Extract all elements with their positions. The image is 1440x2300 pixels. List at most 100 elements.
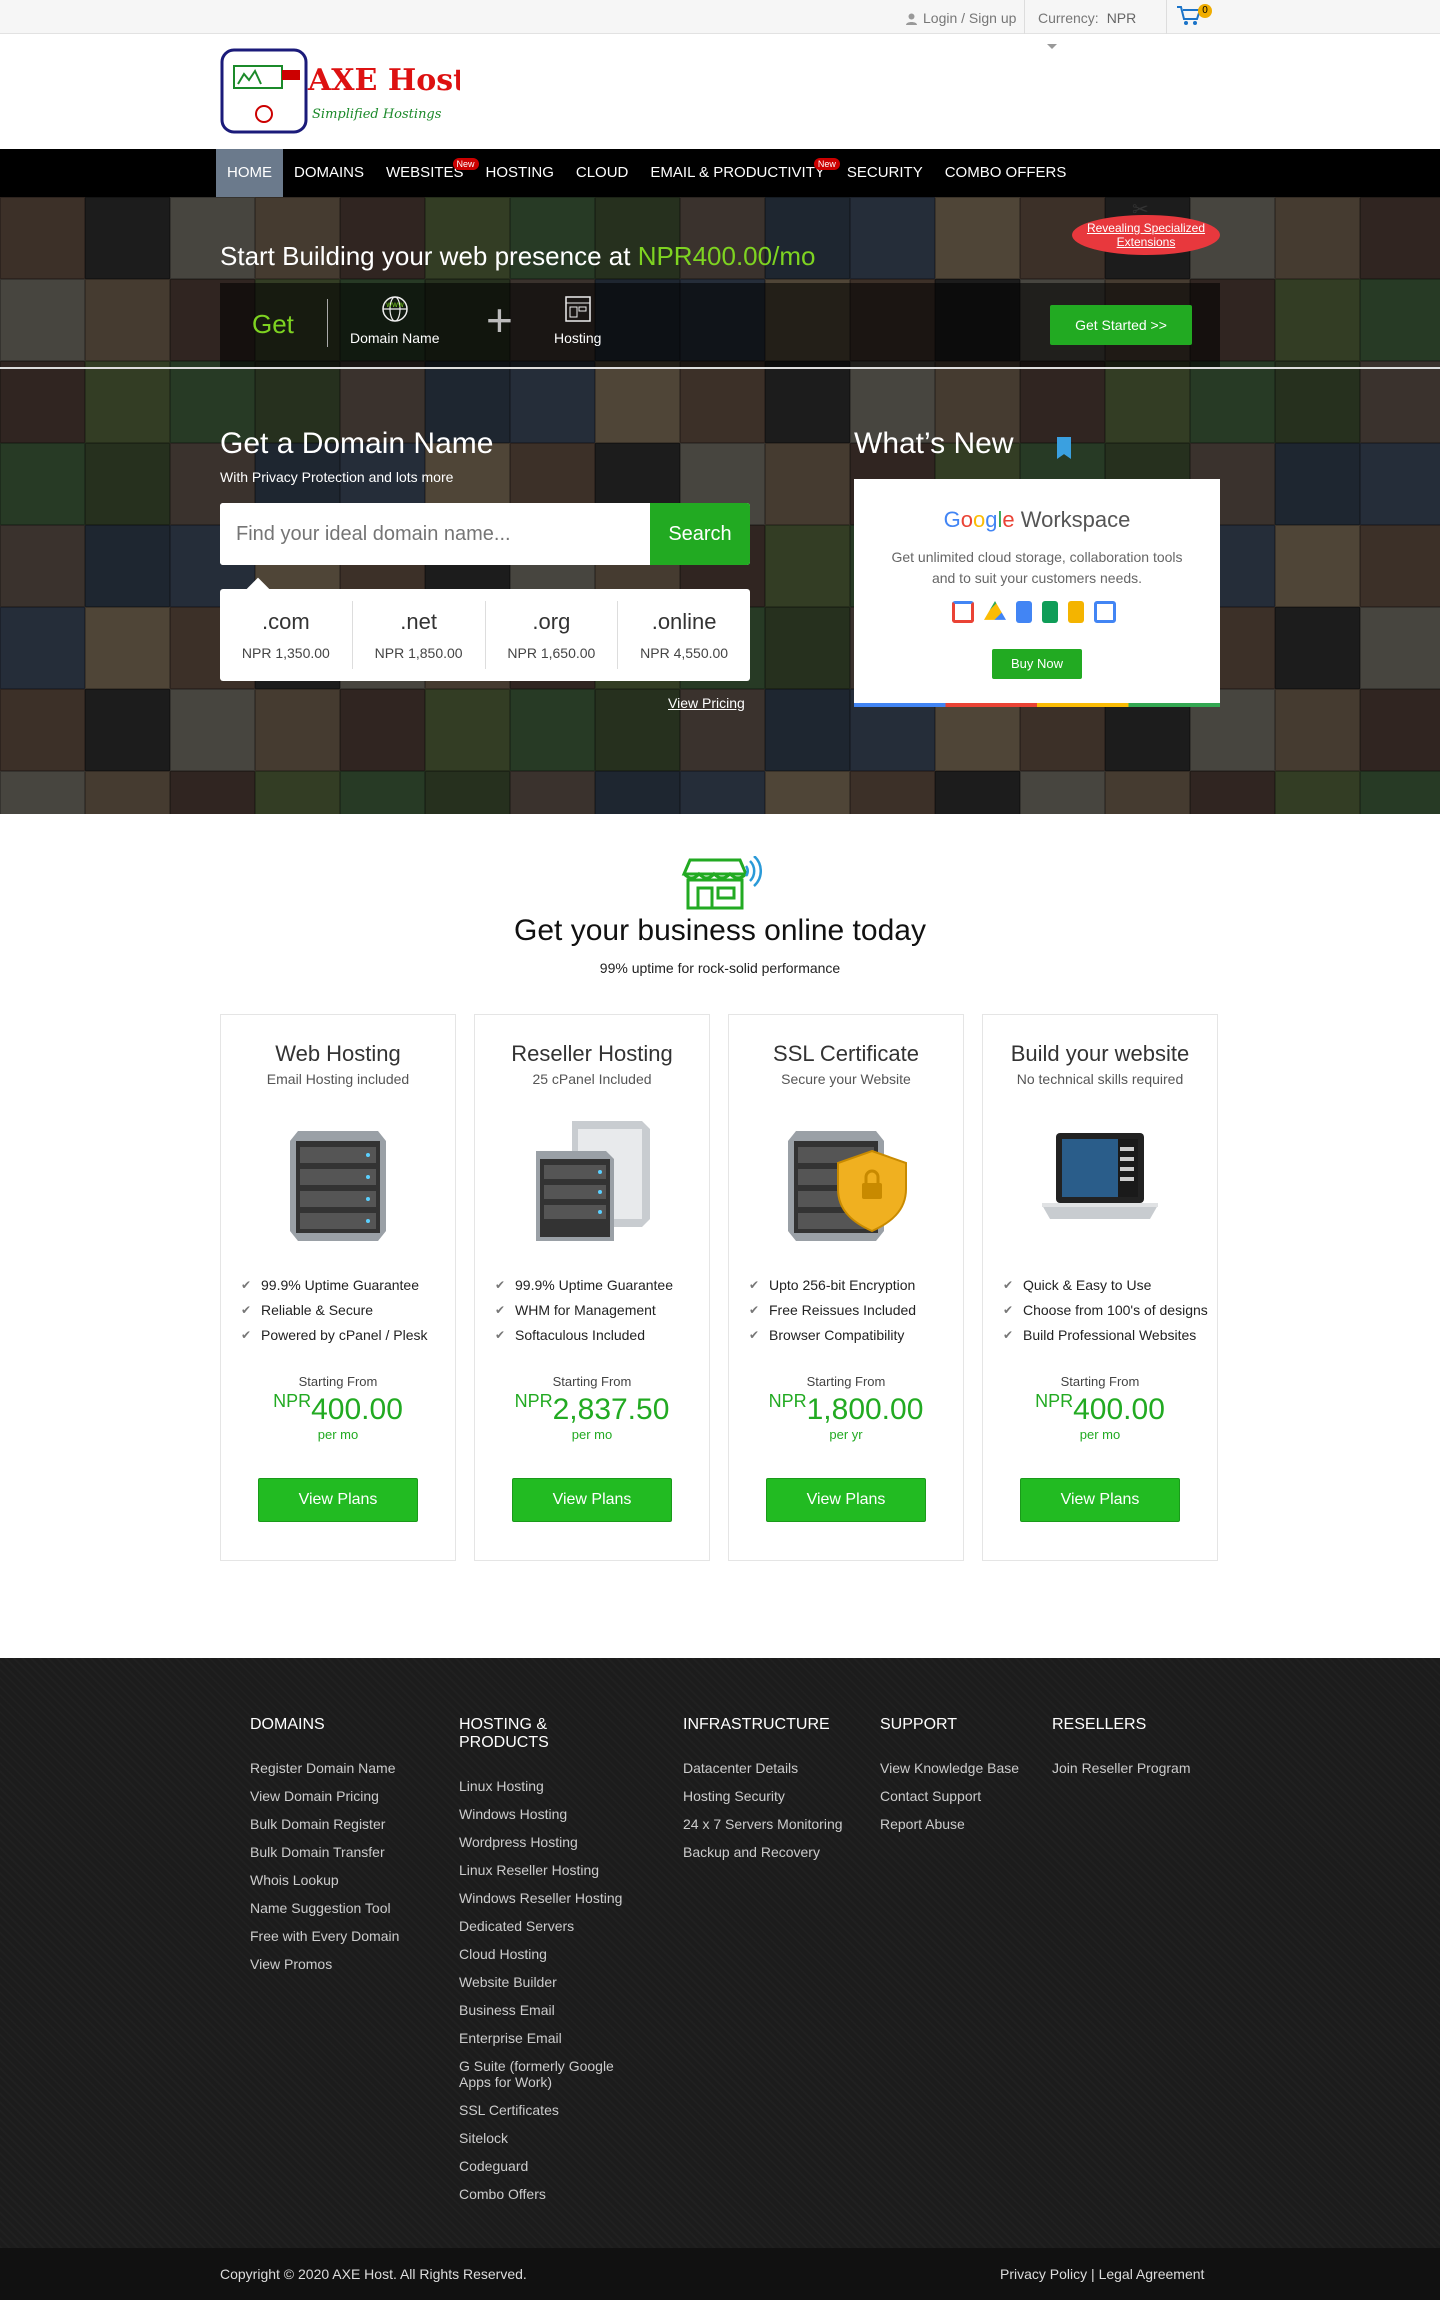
- tld-extension: .org: [532, 609, 571, 634]
- footer-link[interactable]: Datacenter Details: [683, 1760, 883, 1776]
- footer-link[interactable]: Backup and Recovery: [683, 1844, 883, 1860]
- privacy-policy-link[interactable]: Privacy Policy: [1000, 2266, 1087, 2282]
- nav-item-label: HOSTING: [485, 164, 554, 181]
- view-plans-button[interactable]: View Plans: [766, 1478, 926, 1522]
- tld-item[interactable]: .org NPR 1,650.00: [486, 601, 619, 669]
- footer-link[interactable]: Business Email: [459, 2002, 641, 2018]
- product-card-build-your-website: Build your website No technical skills re…: [982, 1014, 1218, 1561]
- google-color-bar: [854, 703, 1220, 707]
- footer-link[interactable]: Join Reseller Program: [1052, 1760, 1252, 1776]
- nav-item-combo-offers[interactable]: COMBO OFFERS: [934, 149, 1078, 197]
- footer-link[interactable]: 24 x 7 Servers Monitoring: [683, 1816, 883, 1832]
- nav-item-home[interactable]: HOME: [216, 149, 283, 197]
- header: AXE Host Simplified Hostings: [0, 34, 1440, 149]
- cart-count-badge: 0: [1198, 4, 1212, 18]
- nav-item-security[interactable]: SECURITY: [836, 149, 934, 197]
- cart-button[interactable]: 0: [1176, 4, 1212, 30]
- feature-item: Browser Compatibility: [749, 1327, 963, 1344]
- view-pricing-link[interactable]: View Pricing: [668, 695, 745, 711]
- get-label: Get: [252, 309, 294, 339]
- buy-now-button[interactable]: Buy Now: [992, 649, 1082, 679]
- login-link[interactable]: Login / Sign up: [906, 10, 1016, 26]
- footer-link[interactable]: View Knowledge Base: [880, 1760, 1080, 1776]
- footer-link[interactable]: G Suite (formerly Google Apps for Work): [459, 2058, 641, 2090]
- footer-link[interactable]: Combo Offers: [459, 2186, 641, 2202]
- currency-selector[interactable]: Currency: NPR: [1038, 10, 1136, 26]
- site-logo[interactable]: AXE Host Simplified Hostings: [220, 48, 467, 134]
- nav-item-label: SECURITY: [846, 164, 923, 181]
- nav-item-cloud[interactable]: CLOUD: [565, 149, 640, 197]
- footer-link[interactable]: Linux Hosting: [459, 1778, 641, 1794]
- feature-list: Quick & Easy to Use Choose from 100's of …: [1003, 1277, 1217, 1344]
- view-plans-button[interactable]: View Plans: [1020, 1478, 1180, 1522]
- footer-link[interactable]: Hosting Security: [683, 1788, 883, 1804]
- footer: DOMAINS Register Domain Name View Domain P…: [0, 1658, 1440, 2248]
- business-section: Get your business online today 99% uptim…: [0, 814, 1440, 1658]
- svg-text:Simplified Hostings: Simplified Hostings: [312, 107, 442, 122]
- hosting-label: Hosting: [554, 330, 602, 346]
- reseller-server-image: [522, 1111, 662, 1251]
- cart-icon: [1176, 6, 1202, 30]
- tld-item[interactable]: .com NPR 1,350.00: [220, 601, 353, 669]
- feature-item: Reliable & Secure: [241, 1302, 455, 1319]
- footer-link[interactable]: Windows Hosting: [459, 1806, 641, 1822]
- tld-price-list: .com NPR 1,350.00 .net NPR 1,850.00 .org NPR …: [220, 577, 750, 681]
- promo-headline: Start Building your web presence at NPR4…: [220, 241, 815, 272]
- whats-new-title: What’s New: [854, 427, 1014, 460]
- footer-link[interactable]: Wordpress Hosting: [459, 1834, 641, 1850]
- footer-link[interactable]: Whois Lookup: [250, 1872, 450, 1888]
- footer-link[interactable]: Name Suggestion Tool: [250, 1900, 450, 1916]
- card-title: Reseller Hosting: [511, 1041, 673, 1066]
- legal-agreement-link[interactable]: Legal Agreement: [1099, 2266, 1205, 2282]
- get-started-button[interactable]: Get Started >>: [1050, 305, 1192, 345]
- footer-link[interactable]: SSL Certificates: [459, 2102, 641, 2118]
- hosting-icon: [564, 295, 592, 326]
- svg-text:WWW: WWW: [386, 302, 404, 309]
- footer-link[interactable]: Linux Reseller Hosting: [459, 1862, 641, 1878]
- price-currency: NPR: [514, 1391, 553, 1411]
- footer-link[interactable]: Register Domain Name: [250, 1760, 450, 1776]
- tld-item[interactable]: .online NPR 4,550.00: [618, 601, 750, 669]
- footer-link[interactable]: View Promos: [250, 1956, 450, 1972]
- footer-link[interactable]: Enterprise Email: [459, 2030, 641, 2046]
- view-plans-button[interactable]: View Plans: [512, 1478, 672, 1522]
- nav-item-hosting[interactable]: HOSTING: [475, 149, 565, 197]
- footer-link[interactable]: Bulk Domain Transfer: [250, 1844, 450, 1860]
- footer-link[interactable]: Codeguard: [459, 2158, 641, 2174]
- footer-link[interactable]: Contact Support: [880, 1788, 1080, 1804]
- price-period: per mo: [317, 1427, 359, 1442]
- hosting-item: Hosting: [554, 295, 601, 346]
- plus-icon: +: [486, 294, 513, 346]
- laptop-builder-image: [1030, 1111, 1170, 1251]
- nav-item-email-productivity[interactable]: EMAIL & PRODUCTIVITY New: [639, 149, 840, 197]
- calendar-icon: [1094, 601, 1116, 623]
- footer-link[interactable]: Windows Reseller Hosting: [459, 1890, 641, 1906]
- search-button[interactable]: Search: [650, 503, 750, 565]
- price: NPR2,837.50: [475, 1391, 709, 1427]
- view-plans-button[interactable]: View Plans: [258, 1478, 418, 1522]
- footer-link[interactable]: Sitelock: [459, 2130, 641, 2146]
- footer-col-title: DOMAINS: [250, 1716, 325, 1733]
- footer-link[interactable]: Report Abuse: [880, 1816, 1080, 1832]
- footer-link[interactable]: View Domain Pricing: [250, 1788, 450, 1804]
- copyright-text: Copyright © 2020 AXE Host. All Rights Re…: [220, 2266, 527, 2282]
- footer-link[interactable]: Cloud Hosting: [459, 1946, 641, 1962]
- get-started-bar: Get WWW Domain Name + Hosting Get Starte…: [220, 283, 1220, 367]
- svg-text:AXE Host: AXE Host: [307, 63, 460, 98]
- domain-search-form: Search: [220, 503, 750, 565]
- nav-item-domains[interactable]: DOMAINS: [283, 149, 375, 197]
- footer-link[interactable]: Website Builder: [459, 1974, 641, 1990]
- footer-link[interactable]: Bulk Domain Register: [250, 1816, 450, 1832]
- footer-link[interactable]: Free with Every Domain: [250, 1928, 450, 1944]
- tld-item[interactable]: .net NPR 1,850.00: [353, 601, 486, 669]
- domain-search-subtitle: With Privacy Protection and lots more: [220, 469, 454, 485]
- tld-price: NPR 1,650.00: [507, 645, 596, 661]
- footer-link[interactable]: Dedicated Servers: [459, 1918, 641, 1934]
- copyright-bar: Copyright © 2020 AXE Host. All Rights Re…: [0, 2248, 1440, 2300]
- hero-section: Start Building your web presence at NPR4…: [0, 197, 1440, 857]
- footer-col-support: SUPPORT View Knowledge Base Contact Suppor…: [880, 1716, 1080, 1844]
- specialized-extensions-ribbon[interactable]: Revealing Specialized Extensions: [1072, 215, 1220, 255]
- divider: [1166, 0, 1167, 34]
- nav-item-websites[interactable]: WEBSITES New: [375, 149, 479, 197]
- domain-search-input[interactable]: [220, 503, 650, 565]
